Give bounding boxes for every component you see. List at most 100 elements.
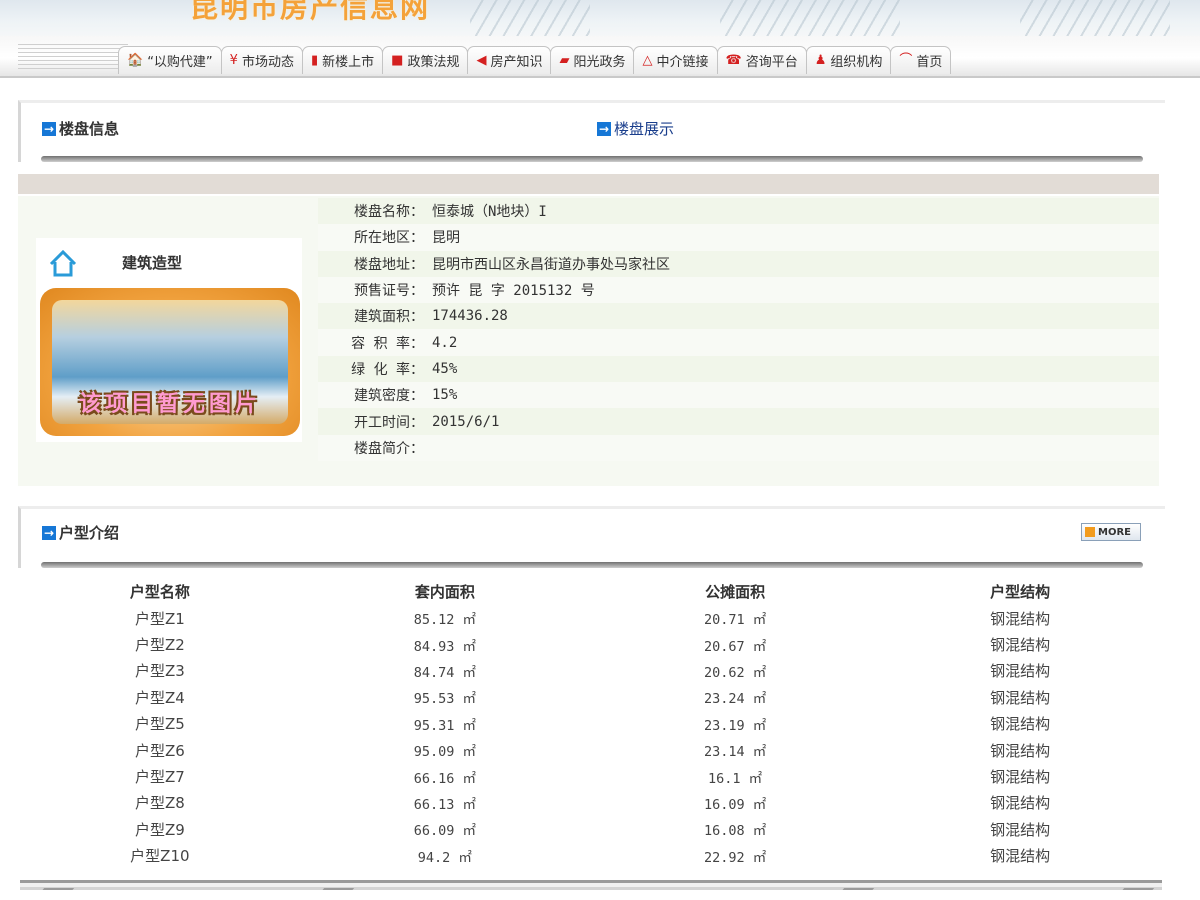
nav-tab-label[interactable]: 市场动态	[242, 51, 294, 70]
field-label: 绿 化 率：	[351, 361, 424, 378]
property-photo: 该项目暂无图片	[40, 288, 300, 436]
nav-tab-8[interactable]: ♟ 组织机构	[805, 46, 892, 74]
table-row: 户型Z2 84.93 ㎡ 20.67 ㎡ 钢混结构	[20, 631, 1160, 657]
more-label[interactable]: MORE	[1098, 527, 1131, 538]
header-shared-area: 公摊面积	[705, 583, 766, 601]
more-button[interactable]: MORE	[1081, 523, 1141, 541]
field-row: 楼盘名称： 恒泰城（N地块）I	[318, 198, 1159, 225]
table-row: 户型Z4 95.53 ㎡ 23.24 ㎡ 钢混结构	[20, 684, 1160, 710]
header-structure: 户型结构	[990, 583, 1051, 601]
field-label: 楼盘地址：	[354, 256, 424, 273]
nav-tab-6[interactable]: △ 中介链接	[633, 46, 718, 74]
field-value: 15%	[432, 387, 458, 404]
fish-icon: ◀	[476, 53, 487, 68]
nav-tab-7[interactable]: ☎ 咨询平台	[716, 46, 807, 74]
nav-tab-2[interactable]: ▮ 新楼上市	[301, 46, 384, 74]
units-section-title: → 户型介绍	[42, 522, 119, 543]
nav-tab-label[interactable]: 咨询平台	[746, 51, 798, 70]
field-value: 昆明	[432, 230, 460, 247]
arrow-right-icon: →	[597, 121, 611, 136]
cell-structure: 钢混结构	[990, 688, 1051, 707]
cell-inner-area: 85.12 ㎡	[413, 612, 476, 629]
nav-tab-4[interactable]: ◀ 房产知识	[467, 46, 552, 74]
cell-inner-area: 94.2 ㎡	[417, 849, 472, 866]
sun-icon: ▰	[559, 53, 570, 68]
cell-inner-area: 84.74 ㎡	[413, 664, 476, 681]
field-row: 容 积 率： 4.2	[318, 329, 1159, 356]
cell-shared-area: 16.1 ㎡	[708, 770, 763, 787]
cell-unit-name: 户型Z6	[134, 741, 185, 760]
arrow-right-icon: →	[42, 525, 56, 540]
info-section-title: → 楼盘信息	[42, 118, 119, 139]
cell-inner-area: 66.13 ㎡	[413, 796, 476, 813]
cell-shared-area: 16.08 ㎡	[703, 823, 767, 840]
field-label: 预售证号：	[354, 283, 424, 300]
field-label: 楼盘简介：	[354, 440, 424, 457]
field-label: 容 积 率：	[351, 335, 424, 352]
cell-structure: 钢混结构	[990, 820, 1051, 839]
header-unit-name: 户型名称	[129, 583, 190, 601]
cell-inner-area: 95.31 ㎡	[413, 717, 476, 734]
cell-inner-area: 95.09 ㎡	[413, 744, 476, 761]
book-icon: ■	[391, 53, 404, 68]
orange-square-icon	[1085, 527, 1095, 537]
nav-tab-label[interactable]: 中介链接	[656, 51, 708, 70]
table-row: 户型Z5 95.31 ㎡ 23.19 ㎡ 钢混结构	[20, 711, 1160, 737]
cell-shared-area: 20.62 ㎡	[703, 664, 767, 681]
cell-structure: 钢混结构	[990, 768, 1051, 787]
field-row: 开工时间： 2015/6/1	[318, 408, 1159, 435]
building-graphic	[720, 0, 900, 36]
table-row: 户型Z9 66.09 ㎡ 16.08 ㎡ 钢混结构	[20, 816, 1160, 842]
nav-tab-9[interactable]: ⌒ 首页	[890, 46, 952, 74]
cell-shared-area: 23.24 ㎡	[703, 691, 767, 708]
field-label: 所在地区：	[354, 230, 424, 247]
cell-structure: 钢混结构	[990, 609, 1051, 628]
cell-unit-name: 户型Z5	[134, 715, 185, 734]
footer-notch	[1115, 888, 1155, 898]
footer-notch	[35, 888, 75, 898]
cell-shared-area: 16.09 ㎡	[703, 796, 767, 813]
building-graphic	[470, 0, 590, 36]
nav-tab-5[interactable]: ▰ 阳光政务	[550, 46, 635, 74]
nav-tab-label[interactable]: “以购代建”	[147, 51, 212, 70]
nav-tab-label[interactable]: 组织机构	[830, 51, 882, 70]
cell-inner-area: 66.09 ㎡	[413, 823, 476, 840]
cell-structure: 钢混结构	[990, 662, 1051, 681]
nav-tab-label[interactable]: 政策法规	[407, 51, 459, 70]
field-row: 建筑密度： 15%	[318, 382, 1159, 409]
field-value: 2015/6/1	[432, 413, 500, 430]
field-row: 所在地区： 昆明	[318, 224, 1159, 251]
nav-tab-label[interactable]: 房产知识	[490, 51, 542, 70]
field-value: 45%	[432, 360, 458, 377]
home-icon: ⌒	[899, 53, 913, 68]
info-header-box	[18, 100, 1165, 162]
nav-tab-label[interactable]: 阳光政务	[573, 51, 625, 70]
nav-tab-label[interactable]: 首页	[916, 51, 942, 70]
nav-tab-3[interactable]: ■ 政策法规	[382, 46, 469, 74]
arrow-right-icon: →	[42, 121, 56, 136]
nav-tab-0[interactable]: 🏠 “以购代建”	[118, 46, 222, 74]
cell-inner-area: 95.53 ㎡	[413, 691, 476, 708]
yen-icon: ¥	[229, 53, 238, 68]
cell-unit-name: 户型Z1	[134, 609, 185, 628]
field-value: 昆明市西山区永昌街道办事处马家社区	[432, 256, 670, 273]
no-image-text: 该项目暂无图片	[78, 392, 261, 417]
people-icon: ♟	[814, 53, 827, 68]
field-value: 预许 昆 字 2015132 号	[432, 283, 595, 300]
cell-shared-area: 22.92 ㎡	[703, 849, 767, 866]
divider-bar	[18, 174, 1159, 194]
table-row: 户型Z1 85.12 ㎡ 20.71 ㎡ 钢混结构	[20, 605, 1160, 631]
site-banner: 昆明市房产信息网	[0, 0, 1200, 36]
field-row: 楼盘简介：	[318, 434, 1159, 461]
cell-structure: 钢混结构	[990, 847, 1051, 866]
display-link-text[interactable]: 楼盘展示	[614, 118, 674, 139]
nav-tab-1[interactable]: ¥ 市场动态	[220, 46, 303, 74]
cell-unit-name: 户型Z3	[134, 662, 185, 681]
footer-notch	[835, 888, 875, 898]
field-label: 楼盘名称：	[354, 204, 424, 221]
property-image-card: 建筑造型 该项目暂无图片	[36, 238, 302, 442]
cell-shared-area: 20.71 ㎡	[703, 612, 767, 629]
cell-unit-name: 户型Z9	[134, 820, 185, 839]
display-link[interactable]: → 楼盘展示	[597, 118, 674, 139]
nav-tab-label[interactable]: 新楼上市	[322, 51, 374, 70]
